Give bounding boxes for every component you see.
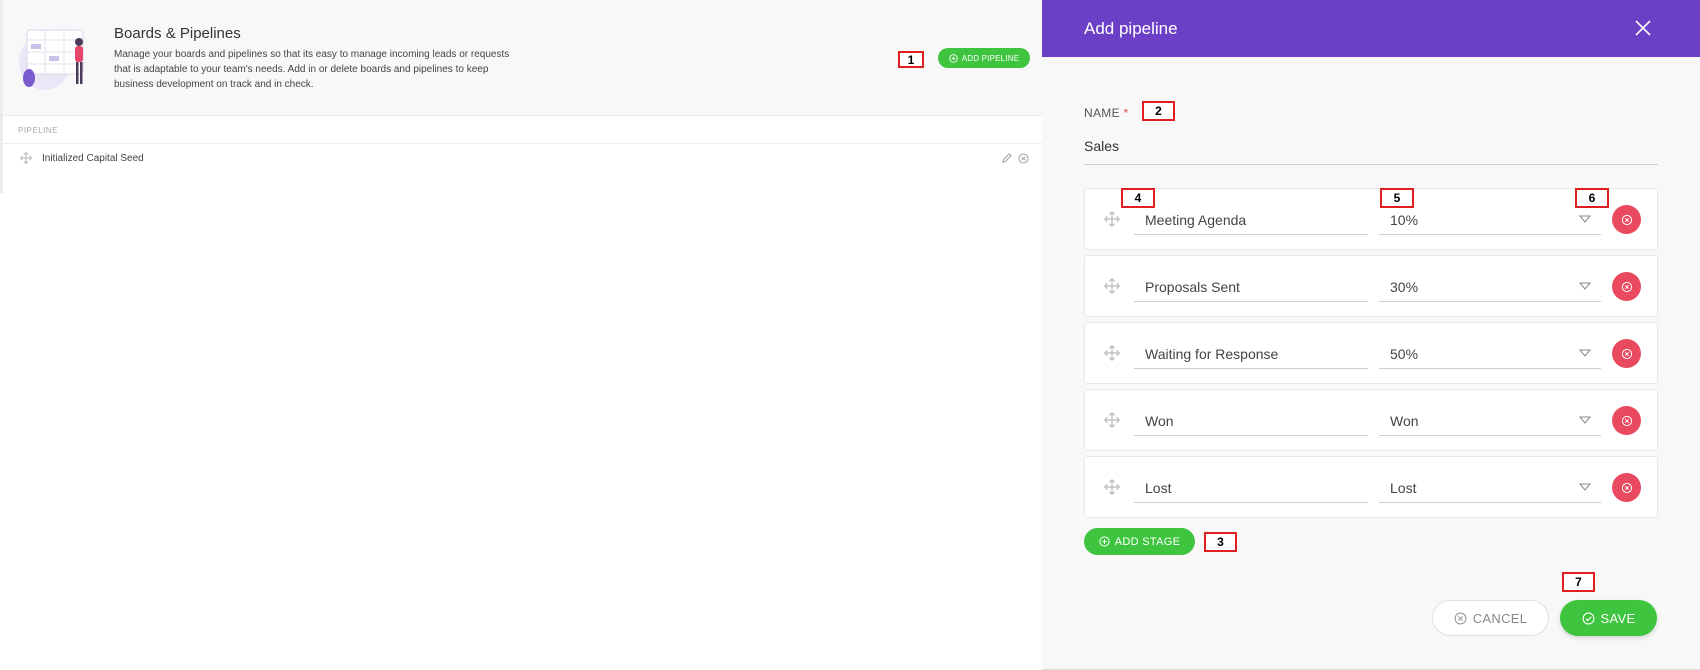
stage-row: Waiting for Response 50%: [1084, 322, 1658, 384]
close-circle-icon: [1621, 348, 1632, 359]
remove-stage-button[interactable]: [1612, 205, 1641, 234]
remove-stage-button[interactable]: [1612, 272, 1641, 301]
close-circle-icon[interactable]: [1018, 153, 1029, 164]
remove-stage-button[interactable]: [1612, 473, 1641, 502]
annotation-marker-2: 2: [1142, 101, 1175, 121]
remove-stage-button[interactable]: [1612, 406, 1641, 435]
page-title: Boards & Pipelines: [114, 25, 241, 42]
close-icon[interactable]: [1633, 18, 1653, 38]
name-label-text: NAME: [1084, 106, 1120, 120]
stage-probability-value: Won: [1390, 413, 1419, 429]
caret-down-icon: [1579, 349, 1591, 357]
move-arrows-icon[interactable]: [1104, 211, 1120, 227]
pipeline-column-header: PIPELINE: [18, 126, 59, 135]
pencil-icon[interactable]: [1001, 153, 1012, 164]
pipeline-table-header: PIPELINE: [3, 122, 1042, 144]
add-stage-button[interactable]: ADD STAGE: [1084, 528, 1195, 555]
close-circle-icon: [1621, 482, 1632, 493]
cancel-button[interactable]: CANCEL: [1432, 600, 1549, 636]
move-arrows-icon[interactable]: [20, 152, 32, 164]
add-stage-label: ADD STAGE: [1114, 535, 1181, 548]
page-hero: Boards & Pipelines Manage your boards an…: [3, 0, 1042, 116]
annotation-marker-3: 3: [1204, 532, 1237, 552]
stage-name-input[interactable]: Meeting Agenda: [1134, 203, 1368, 235]
move-arrows-icon[interactable]: [1104, 479, 1120, 495]
table-row[interactable]: Initialized Capital Seed: [3, 148, 1042, 172]
close-circle-icon: [1621, 214, 1632, 225]
stage-probability-value: 30%: [1390, 279, 1419, 295]
stage-row: Proposals Sent 30%: [1084, 255, 1658, 317]
stage-name-input[interactable]: Proposals Sent: [1134, 270, 1368, 302]
page-description: Manage your boards and pipelines so that…: [114, 49, 510, 90]
boards-pipelines-page: Boards & Pipelines Manage your boards an…: [0, 0, 1042, 670]
stage-row: Meeting Agenda 10%: [1084, 188, 1658, 250]
stage-probability-select[interactable]: 50%: [1379, 337, 1601, 369]
panel-title: Add pipeline: [1084, 19, 1178, 38]
move-arrows-icon[interactable]: [1104, 278, 1120, 294]
annotation-marker-5: 5: [1380, 188, 1414, 208]
move-arrows-icon[interactable]: [1104, 345, 1120, 361]
annotation-marker-6: 6: [1575, 188, 1609, 208]
plus-circle-icon: [1099, 536, 1110, 547]
caret-down-icon: [1579, 416, 1591, 424]
stage-probability-value: 10%: [1390, 212, 1419, 228]
stage-name-input[interactable]: Waiting for Response: [1134, 337, 1368, 369]
close-circle-icon: [1621, 415, 1632, 426]
pipeline-name-input[interactable]: [1084, 128, 1658, 165]
stage-probability-value: Lost: [1390, 480, 1417, 496]
stage-probability-value: 50%: [1390, 346, 1419, 362]
close-circle-icon: [1621, 281, 1632, 292]
stage-probability-select[interactable]: Lost: [1379, 471, 1601, 503]
caret-down-icon: [1579, 282, 1591, 290]
check-circle-icon: [1582, 612, 1594, 624]
save-label: SAVE: [1600, 610, 1636, 626]
illustration-icon: [19, 29, 84, 90]
app-root: Boards & Pipelines Manage your boards an…: [0, 0, 1700, 670]
stage-probability-select[interactable]: Won: [1379, 404, 1601, 436]
annotation-marker-1: 1: [898, 51, 924, 68]
annotation-marker-4: 4: [1121, 188, 1155, 208]
stage-probability-select[interactable]: 30%: [1379, 270, 1601, 302]
add-pipeline-label: ADD PIPELINE: [961, 53, 1020, 63]
panel-header: Add pipeline: [1042, 0, 1700, 57]
move-arrows-icon[interactable]: [1104, 412, 1120, 428]
stage-list: Meeting Agenda 10% Proposals Sent 30% Wa…: [1084, 188, 1658, 523]
add-pipeline-button[interactable]: ADD PIPELINE: [938, 48, 1030, 68]
remove-stage-button[interactable]: [1612, 339, 1641, 368]
cancel-label: CANCEL: [1472, 610, 1528, 626]
caret-down-icon: [1579, 215, 1591, 223]
plus-circle-icon: [949, 53, 958, 63]
pipeline-name: Initialized Capital Seed: [42, 153, 144, 164]
stage-name-input[interactable]: Won: [1134, 404, 1368, 436]
caret-down-icon: [1579, 483, 1591, 491]
close-circle-icon: [1454, 612, 1467, 624]
add-pipeline-panel: Add pipeline NAME * Meeting Agenda 10%: [1042, 0, 1700, 670]
stage-row: Lost Lost: [1084, 456, 1658, 518]
save-button[interactable]: SAVE: [1560, 600, 1657, 636]
name-field-label: NAME *: [1084, 106, 1129, 120]
required-marker: *: [1123, 106, 1129, 120]
stage-name-input[interactable]: Lost: [1134, 471, 1368, 503]
annotation-marker-7: 7: [1562, 572, 1595, 592]
stage-row: Won Won: [1084, 389, 1658, 451]
